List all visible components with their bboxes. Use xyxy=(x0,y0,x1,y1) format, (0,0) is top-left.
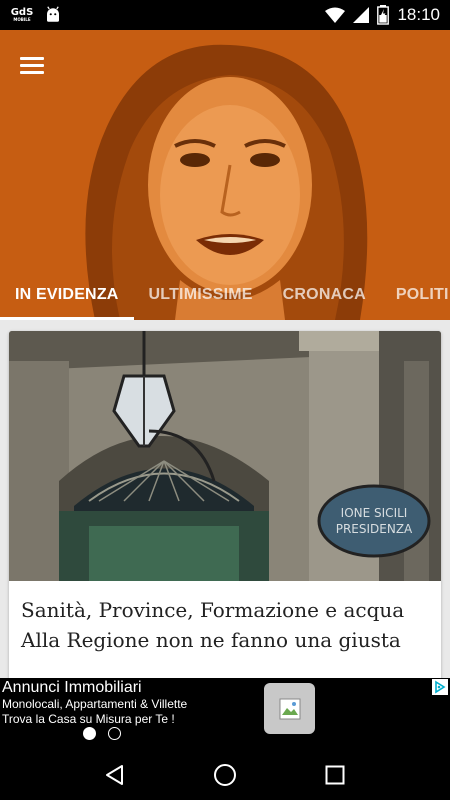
status-bar: GdS MOBILE 18:10 xyxy=(0,0,450,30)
menu-button[interactable] xyxy=(20,52,50,78)
article-title: Sanità, Province, Formazione e acqua All… xyxy=(9,581,441,669)
home-button[interactable] xyxy=(210,760,240,790)
hamburger-menu-icon-bar xyxy=(20,63,44,67)
ad-description-line1: Monolocali, Appartamenti & Villette xyxy=(2,697,188,711)
tab-politica[interactable]: POLITI xyxy=(381,286,450,304)
article-title-line2: Alla Regione non ne fanno una giusta xyxy=(21,628,401,652)
article-list: IONE SICILI PRESIDENZA Sanità, Province,… xyxy=(0,320,450,678)
ad-title[interactable]: Annunci Immobiliari xyxy=(2,679,142,697)
ad-choices-icon[interactable] xyxy=(432,679,448,695)
article-title-line1: Sanità, Province, Formazione e acqua xyxy=(21,598,405,622)
category-tabs: IN EVIDENZA ULTIMISSIME CRONACA POLITI xyxy=(0,270,450,320)
gds-icon-subtext: MOBILE xyxy=(13,17,31,22)
tab-in-evidenza[interactable]: IN EVIDENZA xyxy=(0,286,134,304)
home-circle-icon xyxy=(214,764,236,786)
battery-icon xyxy=(377,5,390,25)
clock: 18:10 xyxy=(397,5,440,24)
gds-app-notification-icon: GdS MOBILE xyxy=(10,5,34,25)
ad-page-dot-1[interactable] xyxy=(83,727,96,740)
article-image: IONE SICILI PRESIDENZA xyxy=(9,331,441,581)
hamburger-menu-icon xyxy=(20,56,44,60)
ad-banner[interactable]: Annunci Immobiliari Monolocali, Appartam… xyxy=(0,678,450,750)
back-triangle-icon xyxy=(106,765,123,785)
plaque-text-line2: PRESIDENZA xyxy=(336,522,413,536)
signal-icon xyxy=(353,7,370,23)
image-placeholder-icon xyxy=(279,698,300,719)
ad-pagination xyxy=(83,727,121,740)
article-card[interactable]: IONE SICILI PRESIDENZA Sanità, Province,… xyxy=(9,331,441,678)
tab-ultimissime[interactable]: ULTIMISSIME xyxy=(134,286,268,304)
wifi-icon xyxy=(325,7,346,23)
recents-square-icon xyxy=(325,765,345,785)
hamburger-menu-icon-bar xyxy=(20,70,44,74)
android-icon xyxy=(47,6,59,22)
header: IN EVIDENZA ULTIMISSIME CRONACA POLITI xyxy=(0,30,450,320)
gds-icon-text: GdS xyxy=(10,7,34,18)
recents-button[interactable] xyxy=(320,760,350,790)
plaque-text-line1: IONE SICILI xyxy=(341,506,408,520)
tab-cronaca[interactable]: CRONACA xyxy=(268,286,381,304)
ad-image-thumbnail[interactable] xyxy=(264,683,315,734)
ad-page-dot-2[interactable] xyxy=(108,727,121,740)
navigation-bar xyxy=(0,750,450,800)
ad-description-line2: Trova la Casa su Misura per Te ! xyxy=(2,712,175,726)
back-button[interactable] xyxy=(100,760,130,790)
